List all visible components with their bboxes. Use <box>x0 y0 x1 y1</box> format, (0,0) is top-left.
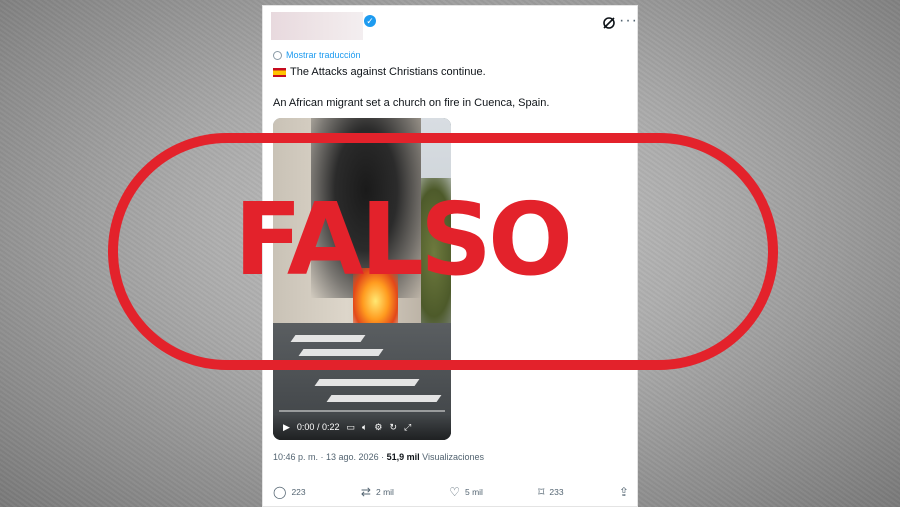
reply-button[interactable]: ◯ 223 <box>273 485 306 499</box>
tweet-actions: ◯ 223 ⇄ 2 mil ♡ 5 mil ⌑ 233 ⇪ <box>273 482 629 502</box>
like-count: 5 mil <box>465 487 483 497</box>
video-time: 0:00 / 0:22 <box>296 422 340 432</box>
bookmark-icon: ⌑ <box>538 485 545 499</box>
spain-flag-icon <box>273 67 286 77</box>
tweet-text-line-2: An African migrant set a church on fire … <box>273 97 550 109</box>
blurred-account-name[interactable] <box>271 12 363 40</box>
reply-count: 223 <box>291 487 306 497</box>
video-controls: ▶ 0:00 / 0:22 ▭ 🔈︎ ⚙︎ ↻ ⤢ <box>273 414 451 440</box>
captions-icon[interactable]: ▭ <box>346 422 355 433</box>
verified-badge-icon: ✓ <box>364 15 376 27</box>
share-icon: ⇪ <box>618 485 629 499</box>
video-progress-bar[interactable] <box>279 410 445 412</box>
falso-stamp-label: FALSO <box>234 181 573 298</box>
translate-link[interactable]: Mostrar traducción <box>273 50 361 60</box>
views-count: 51,9 mil <box>386 452 420 462</box>
repost-count: 2 mil <box>375 487 394 497</box>
repost-button[interactable]: ⇄ 2 mil <box>361 485 394 499</box>
heart-icon: ♡ <box>449 485 460 499</box>
bookmark-button[interactable]: ⌑ 233 <box>538 485 563 499</box>
rotate-icon[interactable]: ↻ <box>389 422 397 433</box>
tweet-text-1: The Attacks against Christians continue. <box>290 66 486 78</box>
tweet-timestamp[interactable]: 10:46 p. m. · 13 ago. 2026 · <box>273 452 384 462</box>
like-button[interactable]: ♡ 5 mil <box>449 485 483 499</box>
reply-icon: ◯ <box>273 485 287 499</box>
repost-icon: ⇄ <box>360 485 371 499</box>
translate-label[interactable]: Mostrar traducción <box>286 50 361 60</box>
settings-icon[interactable]: ⚙︎ <box>374 422 382 433</box>
tweet-meta: 10:46 p. m. · 13 ago. 2026 · 51,9 mil Vi… <box>273 452 484 462</box>
share-button[interactable]: ⇪ <box>619 485 629 499</box>
translate-icon <box>273 50 282 60</box>
more-options-icon[interactable]: ··· <box>619 12 638 30</box>
views-label: Visualizaciones <box>422 452 485 462</box>
grok-icon[interactable] <box>602 16 616 30</box>
volume-icon[interactable]: 🔈︎ <box>362 422 367 433</box>
bookmark-count: 233 <box>549 487 564 497</box>
tweet-text-line-1: The Attacks against Christians continue. <box>273 66 486 78</box>
play-icon[interactable]: ▶ <box>283 422 290 433</box>
fullscreen-icon[interactable]: ⤢ <box>404 422 411 433</box>
